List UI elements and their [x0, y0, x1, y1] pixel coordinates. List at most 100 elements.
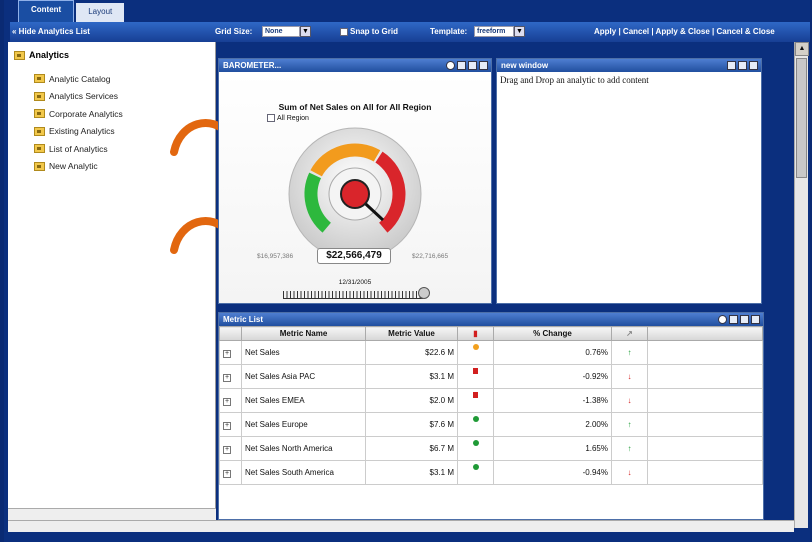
barometer-header[interactable]: BAROMETER... [219, 59, 491, 72]
tree-item-corporate-analytics[interactable]: Corporate Analytics [34, 105, 123, 123]
expand-cell[interactable]: + [219, 364, 242, 389]
cancel-close-link[interactable]: Cancel & Close [716, 27, 774, 36]
column-header-change[interactable]: % Change [493, 326, 612, 341]
metric-list-header[interactable]: Metric List [219, 313, 763, 326]
snap-to-grid-toggle[interactable]: Snap to Grid [340, 27, 398, 36]
expand-icon[interactable]: + [223, 469, 231, 478]
trend-cell: ↓ [611, 388, 648, 413]
table-row[interactable]: + Net Sales EMEA $2.0 M -1.38% ↓ [219, 388, 763, 413]
column-header-trend[interactable]: ↗ [611, 326, 648, 341]
expand-icon[interactable]: + [223, 397, 231, 406]
tree-item-existing-analytics[interactable]: Existing Analytics [34, 123, 123, 141]
maximize-icon[interactable] [468, 61, 477, 70]
gauge [288, 127, 422, 261]
column-header-status[interactable]: ▮ [457, 326, 494, 341]
status-cell [457, 412, 494, 437]
status-indicator-icon [473, 392, 478, 398]
date-slider-track[interactable] [283, 291, 423, 299]
settings-icon[interactable] [446, 61, 455, 70]
status-indicator-icon [472, 344, 479, 350]
tab-layout[interactable]: Layout [76, 3, 125, 22]
toolbar: « Hide Analytics List Grid Size: None ▼ S… [10, 22, 810, 42]
toolbar-actions: Apply | Cancel | Apply & Close | Cancel … [594, 27, 775, 36]
trend-up-icon: ↑ [627, 420, 632, 429]
minimize-icon[interactable] [457, 61, 466, 70]
metric-value-cell: $22.6 M [365, 340, 458, 365]
expand-cell[interactable]: + [219, 412, 242, 437]
change-cell: 2.00% [493, 412, 612, 437]
minimize-icon[interactable] [729, 315, 738, 324]
expand-cell[interactable]: + [219, 460, 242, 485]
column-header-metric-value[interactable]: Metric Value [365, 326, 458, 341]
status-cell [457, 340, 494, 365]
metric-value-cell: $2.0 M [365, 388, 458, 413]
expand-icon[interactable]: + [223, 421, 231, 430]
table-row[interactable]: + Net Sales North America $6.7 M 1.65% ↑ [219, 436, 763, 461]
date-slider-thumb[interactable] [418, 287, 430, 299]
tab-content[interactable]: Content [18, 0, 75, 22]
metric-value-cell: $6.7 M [365, 436, 458, 461]
expand-cell[interactable]: + [219, 340, 242, 365]
metric-value-cell: $3.1 M [365, 460, 458, 485]
status-cell [457, 388, 494, 413]
spacer-column-header [647, 326, 763, 341]
tree-item-list-of-analytics[interactable]: List of Analytics [34, 140, 123, 158]
status-indicator-icon [473, 368, 478, 374]
metric-name-cell: Net Sales North America [241, 436, 366, 461]
status-cell [457, 364, 494, 389]
snap-to-grid-checkbox[interactable] [340, 27, 348, 36]
apply-link[interactable]: Apply [594, 27, 616, 36]
snap-to-grid-label: Snap to Grid [350, 27, 398, 36]
metric-name-cell: Net Sales South America [241, 460, 366, 485]
expand-icon[interactable]: + [223, 373, 231, 382]
new-window-title: new window [501, 61, 549, 70]
folder-icon [34, 126, 45, 136]
close-icon[interactable] [751, 315, 760, 324]
metric-table-body: + Net Sales $22.6 M 0.76% ↑ + Net Sales Asia P… [219, 340, 763, 485]
trend-down-icon: ↓ [627, 468, 632, 477]
cancel-link[interactable]: Cancel [623, 27, 649, 36]
maximize-icon[interactable] [740, 315, 749, 324]
spacer-cell [647, 388, 763, 413]
tree-item-label: List of Analytics [49, 143, 108, 154]
grid-size-select[interactable]: None ▼ [262, 26, 311, 37]
bottom-horizontal-scrollbar[interactable] [8, 520, 794, 532]
tree-item-label: Analytic Catalog [49, 73, 111, 84]
template-select[interactable]: freeform ▼ [474, 26, 525, 37]
trend-cell: ↓ [611, 364, 648, 389]
tree-item-analytic-catalog[interactable]: Analytic Catalog [34, 70, 123, 88]
expand-icon[interactable]: + [223, 349, 231, 358]
expand-icon[interactable]: + [223, 445, 231, 454]
trend-down-icon: ↓ [627, 396, 632, 405]
metric-name-cell: Net Sales [241, 340, 366, 365]
close-icon[interactable] [479, 61, 488, 70]
column-header-metric-name[interactable]: Metric Name [241, 326, 366, 341]
minimize-icon[interactable] [727, 61, 736, 70]
tree-item-label: Existing Analytics [49, 126, 115, 137]
new-window-panel: new window Drag and Drop an analytic to … [496, 58, 762, 304]
status-cell [457, 436, 494, 461]
settings-icon[interactable] [718, 315, 727, 324]
metric-value-cell: $7.6 M [365, 412, 458, 437]
tree-item-new-analytic[interactable]: New Analytic [34, 158, 123, 176]
apply-close-link[interactable]: Apply & Close [656, 27, 710, 36]
table-row[interactable]: + Net Sales $22.6 M 0.76% ↑ [219, 340, 763, 365]
maximize-icon[interactable] [738, 61, 747, 70]
trend-up-icon: ↑ [627, 444, 632, 453]
trend-up-icon: ↑ [627, 348, 632, 357]
close-icon[interactable] [749, 61, 758, 70]
tree-item-analytics-services[interactable]: Analytics Services [34, 88, 123, 106]
table-row[interactable]: + Net Sales Asia PAC $3.1 M -0.92% ↓ [219, 364, 763, 389]
scroll-thumb[interactable] [796, 58, 807, 178]
tree-root-analytics[interactable]: Analytics [14, 50, 69, 60]
new-window-header[interactable]: new window [497, 59, 761, 72]
scroll-up-icon[interactable]: ▲ [795, 42, 809, 56]
expand-cell[interactable]: + [219, 388, 242, 413]
hide-analytics-list-link[interactable]: « Hide Analytics List [12, 27, 90, 36]
change-cell: -0.94% [493, 460, 612, 485]
expand-cell[interactable]: + [219, 436, 242, 461]
left-horizontal-scrollbar[interactable] [8, 508, 216, 520]
table-row[interactable]: + Net Sales South America $3.1 M -0.94% ↓ [219, 460, 763, 485]
main-vertical-scrollbar[interactable]: ▲ [794, 42, 809, 528]
table-row[interactable]: + Net Sales Europe $7.6 M 2.00% ↑ [219, 412, 763, 437]
